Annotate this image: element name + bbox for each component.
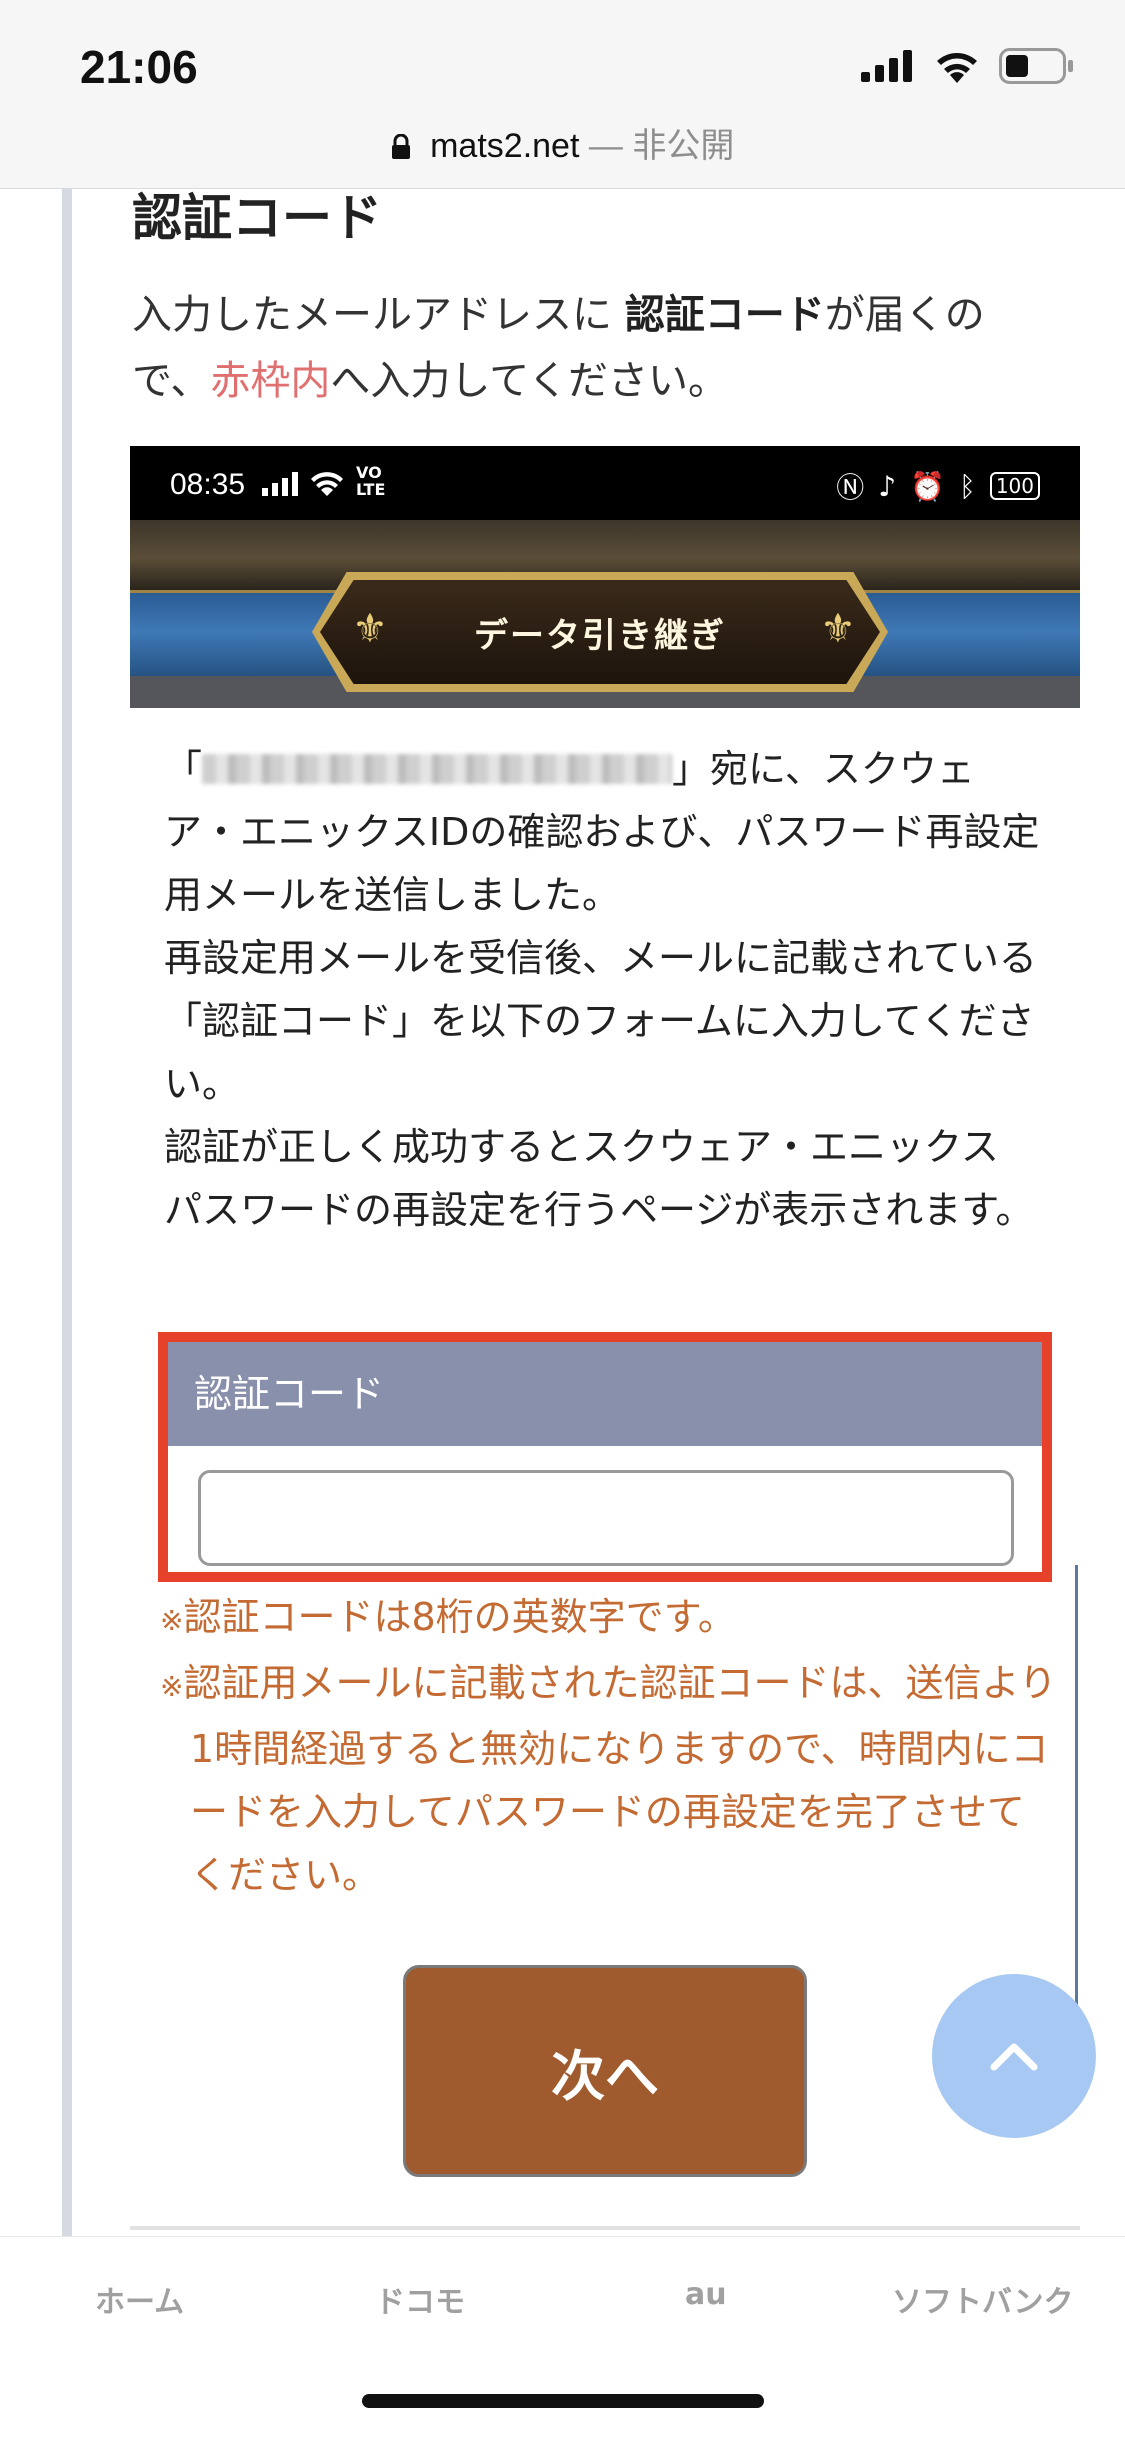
fleur-left-icon: ⚜ <box>352 606 388 652</box>
tab-softbank[interactable]: ソフトバンク <box>892 2277 1074 2321</box>
battery-icon <box>999 48 1073 84</box>
auth-code-form: 認証コード <box>158 1332 1052 1582</box>
screenshot-battery: 100 <box>989 472 1040 500</box>
screenshot-signal-icon <box>262 472 298 496</box>
section-left-rule <box>62 188 72 2238</box>
note-text-1: 認証コードは8桁の英数字です。 <box>183 1595 736 1639</box>
blurred-email <box>202 754 673 784</box>
screenshot-alarm-icon: ⏰ <box>910 469 945 503</box>
scroll-to-top-button[interactable] <box>932 1974 1096 2138</box>
screenshot-message: 「」宛に、スクウェア・エニックスIDの確認および、パスワード再設定用メールを送信… <box>164 738 1044 1242</box>
content-divider <box>130 2226 1080 2230</box>
screenshot-message-line2: 再設定用メールを受信後、メールに記載されている「認証コード」を以下のフォームに入… <box>164 936 1037 1106</box>
lock-icon <box>391 134 410 159</box>
screenshot-time: 08:35 <box>170 468 246 501</box>
intro-part1: 入力したメールアドレスに <box>132 292 625 338</box>
screenshot-message-line3: 認証が正しく成功するとスクウェア・エニックス パスワードの再設定を行うページが表… <box>164 1125 1034 1232</box>
scrollbar[interactable] <box>1075 1565 1078 2035</box>
screenshot-title: データ引き継ぎ <box>320 580 880 684</box>
url-privacy: 非公開 <box>632 127 735 165</box>
intro-text: 入力したメールアドレスに 認証コードが届くので、赤枠内へ入力してください。 <box>132 282 1032 414</box>
note-mark: ※ <box>160 1604 184 1637</box>
note-text-2: 認証用メールに記載された認証コードは、送信より1時間経過すると無効になりますので… <box>183 1661 1057 1897</box>
tab-au[interactable]: au <box>685 2277 727 2312</box>
screenshot-volte-icon: VO LTE <box>356 463 386 499</box>
signal-icon <box>861 50 912 82</box>
url-separator: — <box>588 127 623 165</box>
fleur-right-icon: ⚜ <box>820 606 856 652</box>
auth-code-input[interactable] <box>198 1470 1014 1566</box>
status-time: 21:06 <box>80 41 198 93</box>
screenshot-nfc-icon: Ⓝ <box>836 471 865 504</box>
tab-docomo[interactable]: ドコモ <box>375 2277 465 2321</box>
intro-bold: 認証コード <box>624 292 825 338</box>
section-heading: 認証コード <box>132 189 382 247</box>
home-indicator[interactable] <box>362 2394 764 2408</box>
screenshot-bluetooth-icon: ᛒ <box>959 469 976 503</box>
screenshot-status-bar: 08:35 VO LTE Ⓝ ♪ ⏰ ᛒ 100 <box>130 446 1080 520</box>
status-icons <box>861 48 1075 84</box>
intro-part3: へ入力してください。 <box>330 358 729 404</box>
url-domain: mats2.net <box>430 127 580 165</box>
msg-open-bracket: 「 <box>164 747 203 791</box>
screenshot-wifi-icon <box>311 472 343 496</box>
browser-top-bar: 21:06 mats2.net — 非公開 <box>0 0 1125 189</box>
wifi-icon <box>937 53 977 83</box>
screenshot-mute-icon: ♪ <box>878 469 897 503</box>
next-button[interactable]: 次へ <box>403 1965 807 2177</box>
chevron-up-icon <box>990 2043 1038 2071</box>
screenshot-header: 08:35 VO LTE Ⓝ ♪ ⏰ ᛒ 100 データ引き継ぎ ⚜ ⚜ <box>130 446 1080 708</box>
tab-home[interactable]: ホーム <box>95 2277 184 2321</box>
form-notes: ※認証コードは8桁の英数字です。 ※認証用メールに記載された認証コードは、送信よ… <box>160 1586 1060 1907</box>
note-item: ※認証コードは8桁の英数字です。 <box>160 1586 1060 1652</box>
url-bar[interactable]: mats2.net — 非公開 <box>0 118 1125 167</box>
note-mark: ※ <box>160 1670 184 1703</box>
screenshot-right-icons: Ⓝ ♪ ⏰ ᛒ 100 <box>836 466 1040 506</box>
auth-code-label: 認証コード <box>168 1342 1042 1446</box>
screenshot-message-line1: 「」宛に、スクウェア・エニックスIDの確認および、パスワード再設定用メールを送信… <box>164 738 1044 927</box>
note-item: ※認証用メールに記載された認証コードは、送信より1時間経過すると無効になりますの… <box>160 1652 1060 1907</box>
intro-red-highlight: 赤枠内 <box>210 358 331 404</box>
